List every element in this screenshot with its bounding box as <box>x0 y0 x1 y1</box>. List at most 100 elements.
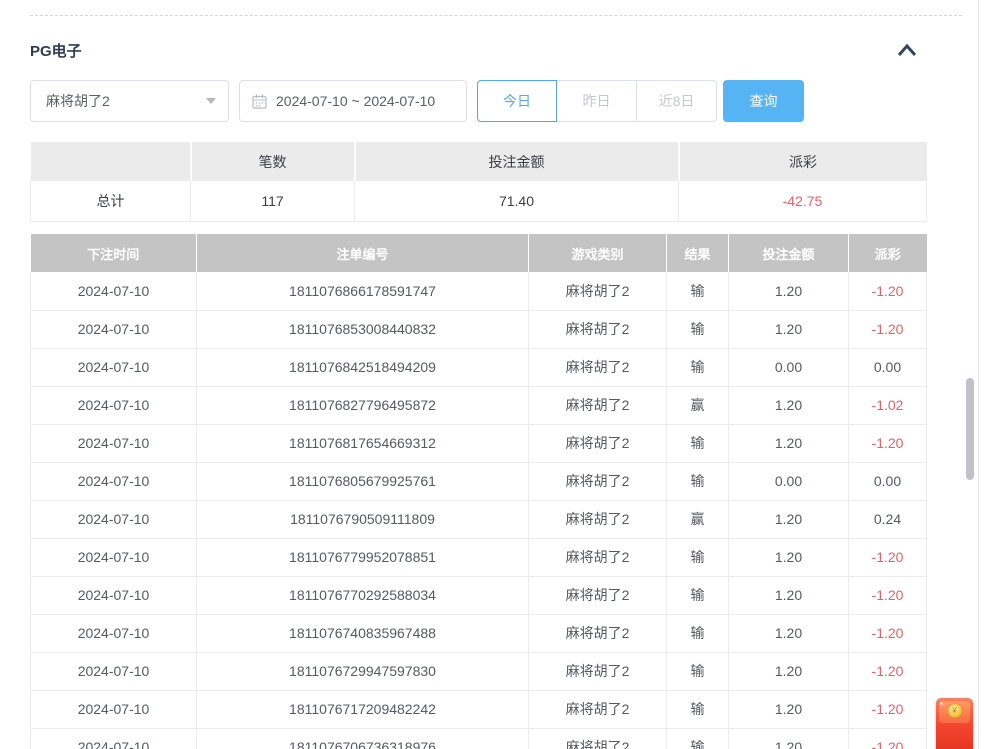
cell-payout: -1.20 <box>849 310 927 348</box>
cell-bet-id: 1811076740835967488 <box>197 614 529 652</box>
summary-header-count: 笔数 <box>191 142 355 181</box>
yesterday-button[interactable]: 昨日 <box>557 80 637 122</box>
date-range-value: 2024-07-10 ~ 2024-07-10 <box>276 93 435 109</box>
top-dashed-divider <box>30 15 962 16</box>
table-row: 2024-07-101811076853008440832麻将胡了2输1.20-… <box>31 310 927 348</box>
summary-table: 笔数 投注金额 派彩 总计 117 71.40 -42.75 <box>30 142 927 222</box>
cell-bet-time: 2024-07-10 <box>31 690 197 728</box>
table-row: 2024-07-101811076706736318976麻将胡了2输1.20-… <box>31 728 927 749</box>
table-row: 2024-07-101811076740835967488麻将胡了2输1.20-… <box>31 614 927 652</box>
cell-bet-time: 2024-07-10 <box>31 348 197 386</box>
cell-payout: -1.20 <box>849 728 927 749</box>
red-envelope-promo-button[interactable]: ¥ <box>936 698 973 749</box>
vertical-scrollbar[interactable] <box>966 378 974 480</box>
cell-result: 输 <box>667 538 729 576</box>
records-tbody: 2024-07-101811076866178591747麻将胡了2输1.20-… <box>31 272 927 749</box>
cell-game-type: 麻将胡了2 <box>529 690 667 728</box>
calendar-icon <box>252 94 267 109</box>
cell-result: 输 <box>667 348 729 386</box>
cell-result: 输 <box>667 272 729 310</box>
cell-payout: -1.02 <box>849 386 927 424</box>
last-8-days-button[interactable]: 近8日 <box>637 80 717 122</box>
cell-bet-amount: 1.20 <box>729 500 849 538</box>
summary-total-count: 117 <box>191 181 355 221</box>
cell-result: 赢 <box>667 500 729 538</box>
cell-payout: -1.20 <box>849 538 927 576</box>
cell-result: 输 <box>667 424 729 462</box>
cell-game-type: 麻将胡了2 <box>529 272 667 310</box>
records-header-amount: 投注金额 <box>729 234 849 272</box>
table-row: 2024-07-101811076770292588034麻将胡了2输1.20-… <box>31 576 927 614</box>
cell-bet-id: 1811076706736318976 <box>197 728 529 749</box>
page-title: PG电子 <box>30 43 82 60</box>
cell-payout: -1.20 <box>849 614 927 652</box>
cell-bet-id: 1811076805679925761 <box>197 462 529 500</box>
cell-bet-amount: 1.20 <box>729 614 849 652</box>
records-header-row: 下注时间 注单编号 游戏类别 结果 投注金额 派彩 <box>31 234 927 272</box>
search-button[interactable]: 查询 <box>723 80 804 122</box>
section-header: PG电子 <box>30 40 926 62</box>
cell-bet-amount: 1.20 <box>729 538 849 576</box>
cell-bet-time: 2024-07-10 <box>31 576 197 614</box>
cell-bet-id: 1811076842518494209 <box>197 348 529 386</box>
cell-result: 输 <box>667 728 729 749</box>
table-row: 2024-07-101811076729947597830麻将胡了2输1.20-… <box>31 652 927 690</box>
cell-game-type: 麻将胡了2 <box>529 652 667 690</box>
cell-bet-time: 2024-07-10 <box>31 728 197 749</box>
records-header-payout: 派彩 <box>849 234 927 272</box>
cell-game-type: 麻将胡了2 <box>529 462 667 500</box>
cell-game-type: 麻将胡了2 <box>529 310 667 348</box>
cell-bet-amount: 1.20 <box>729 424 849 462</box>
cell-payout: -1.20 <box>849 424 927 462</box>
summary-header-bet-amount: 投注金额 <box>355 142 679 181</box>
cell-result: 输 <box>667 614 729 652</box>
cell-game-type: 麻将胡了2 <box>529 728 667 749</box>
cell-bet-time: 2024-07-10 <box>31 424 197 462</box>
summary-total-label: 总计 <box>31 181 191 221</box>
summary-total-row: 总计 117 71.40 -42.75 <box>31 181 927 221</box>
cell-bet-amount: 0.00 <box>729 462 849 500</box>
cell-bet-id: 1811076717209482242 <box>197 690 529 728</box>
cell-payout: -1.20 <box>849 690 927 728</box>
cell-game-type: 麻将胡了2 <box>529 424 667 462</box>
cell-bet-amount: 1.20 <box>729 272 849 310</box>
cell-bet-amount: 1.20 <box>729 576 849 614</box>
chevron-down-icon <box>206 98 216 104</box>
date-range-picker[interactable]: 2024-07-10 ~ 2024-07-10 <box>239 80 467 122</box>
records-header-result: 结果 <box>667 234 729 272</box>
summary-total-bet-amount: 71.40 <box>355 181 679 221</box>
cell-bet-amount: 1.20 <box>729 728 849 749</box>
records-header-game: 游戏类别 <box>529 234 667 272</box>
cell-bet-id: 1811076817654669312 <box>197 424 529 462</box>
cell-result: 赢 <box>667 386 729 424</box>
summary-header-row: 笔数 投注金额 派彩 <box>31 142 927 181</box>
cell-bet-id: 1811076779952078851 <box>197 538 529 576</box>
quick-range-group: 今日 昨日 近8日 <box>477 80 717 122</box>
cell-result: 输 <box>667 576 729 614</box>
cell-bet-amount: 1.20 <box>729 690 849 728</box>
cell-payout: -1.20 <box>849 652 927 690</box>
table-row: 2024-07-101811076817654669312麻将胡了2输1.20-… <box>31 424 927 462</box>
cell-result: 输 <box>667 310 729 348</box>
collapse-section-button[interactable] <box>895 40 919 60</box>
summary-header-payout: 派彩 <box>679 142 927 181</box>
gold-coin-icon: ¥ <box>947 703 962 718</box>
cell-bet-amount: 1.20 <box>729 652 849 690</box>
table-row: 2024-07-101811076842518494209麻将胡了2输0.000… <box>31 348 927 386</box>
table-row: 2024-07-101811076827796495872麻将胡了2赢1.20-… <box>31 386 927 424</box>
filter-bar: 麻将胡了2 2024-07-10 ~ 2024-07-10 今日 昨日 近8日 … <box>30 80 926 122</box>
cell-bet-time: 2024-07-10 <box>31 272 197 310</box>
cell-bet-id: 1811076827796495872 <box>197 386 529 424</box>
cell-bet-time: 2024-07-10 <box>31 652 197 690</box>
records-table: 下注时间 注单编号 游戏类别 结果 投注金额 派彩 2024-07-101811… <box>30 234 927 749</box>
table-row: 2024-07-101811076779952078851麻将胡了2输1.20-… <box>31 538 927 576</box>
cell-bet-time: 2024-07-10 <box>31 310 197 348</box>
cell-bet-time: 2024-07-10 <box>31 538 197 576</box>
today-button[interactable]: 今日 <box>477 80 557 122</box>
game-select[interactable]: 麻将胡了2 <box>30 80 229 122</box>
envelope-highlight-dot <box>940 702 943 705</box>
right-edge-divider <box>978 0 979 749</box>
summary-total-payout: -42.75 <box>679 181 927 221</box>
cell-bet-id: 1811076790509111809 <box>197 500 529 538</box>
cell-bet-time: 2024-07-10 <box>31 386 197 424</box>
